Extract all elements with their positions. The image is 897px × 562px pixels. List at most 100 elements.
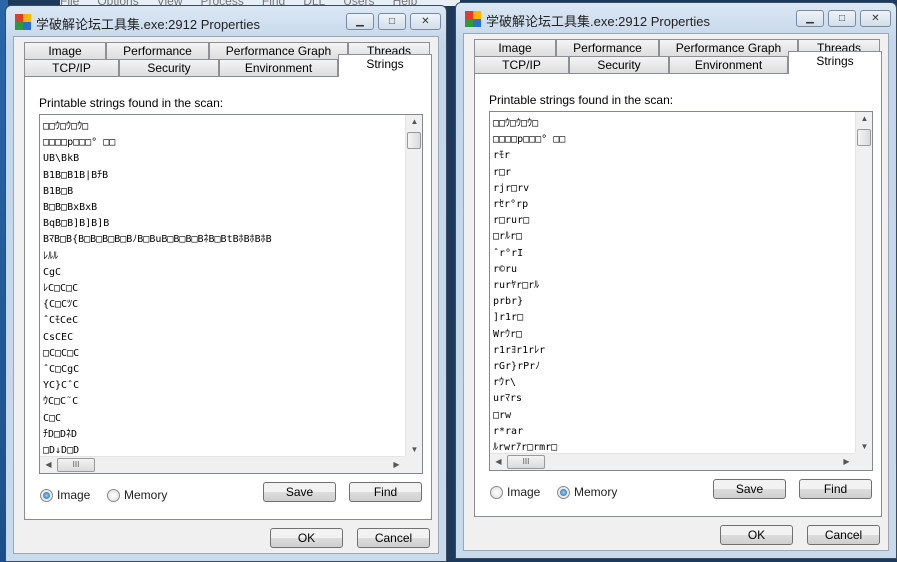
minimize-icon: ▁ — [356, 16, 364, 27]
cancel-button[interactable]: Cancel — [357, 528, 430, 548]
tab-performance-graph[interactable]: Performance Graph — [209, 42, 348, 60]
list-item[interactable]: B1B□B1B|BﾁB — [43, 168, 272, 184]
tab-tcp-ip[interactable]: TCP/IP — [474, 56, 569, 74]
list-item[interactable]: BﾏB□B{B□B□B□B□BﾉB□BuB□B□B□BﾈB□BtBﾎBﾎBﾎB — [43, 232, 272, 248]
list-item[interactable]: ]r1r□ — [493, 310, 565, 326]
scroll-right-icon[interactable]: ▶ — [838, 457, 855, 466]
find-button[interactable]: Find — [799, 479, 872, 499]
list-item[interactable]: urﾏrs — [493, 391, 565, 407]
scroll-corner — [855, 453, 872, 470]
radio-button-icon[interactable] — [490, 485, 503, 499]
list-item[interactable]: B1B□B — [43, 184, 272, 200]
radio-image[interactable]: Image — [490, 485, 540, 499]
tab-performance-graph[interactable]: Performance Graph — [659, 39, 798, 57]
radio-button-icon[interactable] — [557, 485, 570, 499]
list-item[interactable]: □□ｳ□ｳ□ｳ□ — [43, 119, 272, 135]
tab-environment[interactable]: Environment — [669, 56, 788, 74]
list-item[interactable]: r1rﾖr1rﾚr — [493, 343, 565, 359]
list-label: Printable strings found in the scan: — [39, 96, 224, 110]
radio-memory[interactable]: Memory — [107, 488, 167, 502]
list-item[interactable]: rurﾔr□rﾙ — [493, 278, 565, 294]
horizontal-scrollbar[interactable]: ◀ III ▶ — [40, 456, 405, 473]
scroll-right-icon[interactable]: ▶ — [388, 460, 405, 469]
tab-performance[interactable]: Performance — [106, 42, 209, 60]
list-item[interactable]: rjr□rv — [493, 181, 565, 197]
list-item[interactable]: ﾁD□DﾈD — [43, 427, 272, 443]
radio-button-icon[interactable] — [40, 488, 53, 502]
tab-environment[interactable]: Environment — [219, 59, 338, 77]
ok-button[interactable]: OK — [270, 528, 343, 548]
list-item[interactable]: ｳC□C˜C — [43, 394, 272, 410]
list-item[interactable]: r©ru — [493, 262, 565, 278]
list-item[interactable]: rｾr°rp — [493, 197, 565, 213]
scroll-up-icon[interactable]: ▲ — [406, 117, 422, 126]
minimize-button[interactable]: ▁ — [346, 13, 374, 30]
radio-label: Memory — [124, 488, 168, 502]
vertical-scrollbar[interactable]: ▲ ▼ — [405, 115, 422, 456]
list-item[interactable]: rｳr\ — [493, 375, 565, 391]
tab-image[interactable]: Image — [474, 39, 556, 57]
tab-image[interactable]: Image — [24, 42, 106, 60]
list-item[interactable]: ˆC□CgC — [43, 362, 272, 378]
maximize-button[interactable]: □ — [378, 13, 406, 30]
scroll-down-icon[interactable]: ▼ — [406, 445, 422, 454]
list-item[interactable]: YC}CˆC — [43, 378, 272, 394]
radio-button-icon[interactable] — [107, 488, 120, 502]
tab-strings[interactable]: Strings — [338, 54, 432, 77]
list-item[interactable]: CsCEC — [43, 330, 272, 346]
vertical-scroll-thumb[interactable] — [857, 129, 871, 146]
list-item[interactable]: □C□C□C — [43, 346, 272, 362]
scroll-left-icon[interactable]: ◀ — [490, 457, 507, 466]
list-item[interactable]: □□□□p□□□° □□ — [43, 135, 272, 151]
list-item[interactable]: C□C — [43, 411, 272, 427]
scroll-left-icon[interactable]: ◀ — [40, 460, 57, 469]
list-item[interactable]: □□ｳ□ｳ□ｳ□ — [493, 116, 565, 132]
list-item[interactable]: prbr} — [493, 294, 565, 310]
find-button[interactable]: Find — [349, 482, 422, 502]
list-item[interactable]: □rw — [493, 408, 565, 424]
radio-image[interactable]: Image — [40, 488, 90, 502]
list-item[interactable]: r*rar — [493, 424, 565, 440]
strings-list[interactable]: □□ｳ□ｳ□ｳ□ □□□□p□□□° □□ rﾓr r□r rjr□rv rｾr°rp r□… — [489, 111, 873, 471]
minimize-button[interactable]: ▁ — [796, 10, 824, 27]
tab-strings[interactable]: Strings — [788, 51, 882, 74]
list-item[interactable]: {C□CﾂC — [43, 297, 272, 313]
save-button[interactable]: Save — [263, 482, 336, 502]
radio-label: Image — [507, 485, 541, 499]
close-button[interactable]: ✕ — [410, 13, 441, 30]
tab-security[interactable]: Security — [119, 59, 219, 77]
cancel-button[interactable]: Cancel — [807, 525, 880, 545]
tab-performance[interactable]: Performance — [556, 39, 659, 57]
list-item[interactable]: UB\BkB — [43, 151, 272, 167]
list-item[interactable]: rﾓr — [493, 148, 565, 164]
scroll-up-icon[interactable]: ▲ — [856, 114, 872, 123]
list-item[interactable]: B□B□BxBxB — [43, 200, 272, 216]
horizontal-scroll-thumb[interactable]: III — [507, 455, 545, 469]
strings-list[interactable]: □□ｳ□ｳ□ｳ□ □□□□p□□□° □□ UB\BkB B1B□B1B|BﾁB B1B… — [39, 114, 423, 474]
scroll-down-icon[interactable]: ▼ — [856, 442, 872, 451]
list-item[interactable]: ﾚﾙﾙ — [43, 249, 272, 265]
list-item[interactable]: BqB□B]B]B]B — [43, 216, 272, 232]
list-item[interactable]: r□r — [493, 165, 565, 181]
horizontal-scrollbar[interactable]: ◀ III ▶ — [490, 453, 855, 470]
list-item[interactable]: Wrｳr□ — [493, 327, 565, 343]
horizontal-scroll-thumb[interactable]: III — [57, 458, 95, 472]
list-item[interactable]: ﾚC□C□C — [43, 281, 272, 297]
list-item[interactable]: r□rur□ — [493, 213, 565, 229]
list-item[interactable]: ˆCﾓCeC — [43, 313, 272, 329]
ok-button[interactable]: OK — [720, 525, 793, 545]
tab-tcp-ip[interactable]: TCP/IP — [24, 59, 119, 77]
vertical-scroll-thumb[interactable] — [407, 132, 421, 149]
list-label: Printable strings found in the scan: — [489, 93, 674, 107]
tab-security[interactable]: Security — [569, 56, 669, 74]
save-button[interactable]: Save — [713, 479, 786, 499]
list-item[interactable]: rGr}rPrﾉ — [493, 359, 565, 375]
list-item[interactable]: ˆr°rI — [493, 246, 565, 262]
list-item[interactable]: □rﾙr□ — [493, 229, 565, 245]
vertical-scrollbar[interactable]: ▲ ▼ — [855, 112, 872, 453]
list-item[interactable]: □□□□p□□□° □□ — [493, 132, 565, 148]
list-item[interactable]: CgC — [43, 265, 272, 281]
radio-memory[interactable]: Memory — [557, 485, 617, 499]
maximize-button[interactable]: □ — [828, 10, 856, 27]
close-button[interactable]: ✕ — [860, 10, 891, 27]
